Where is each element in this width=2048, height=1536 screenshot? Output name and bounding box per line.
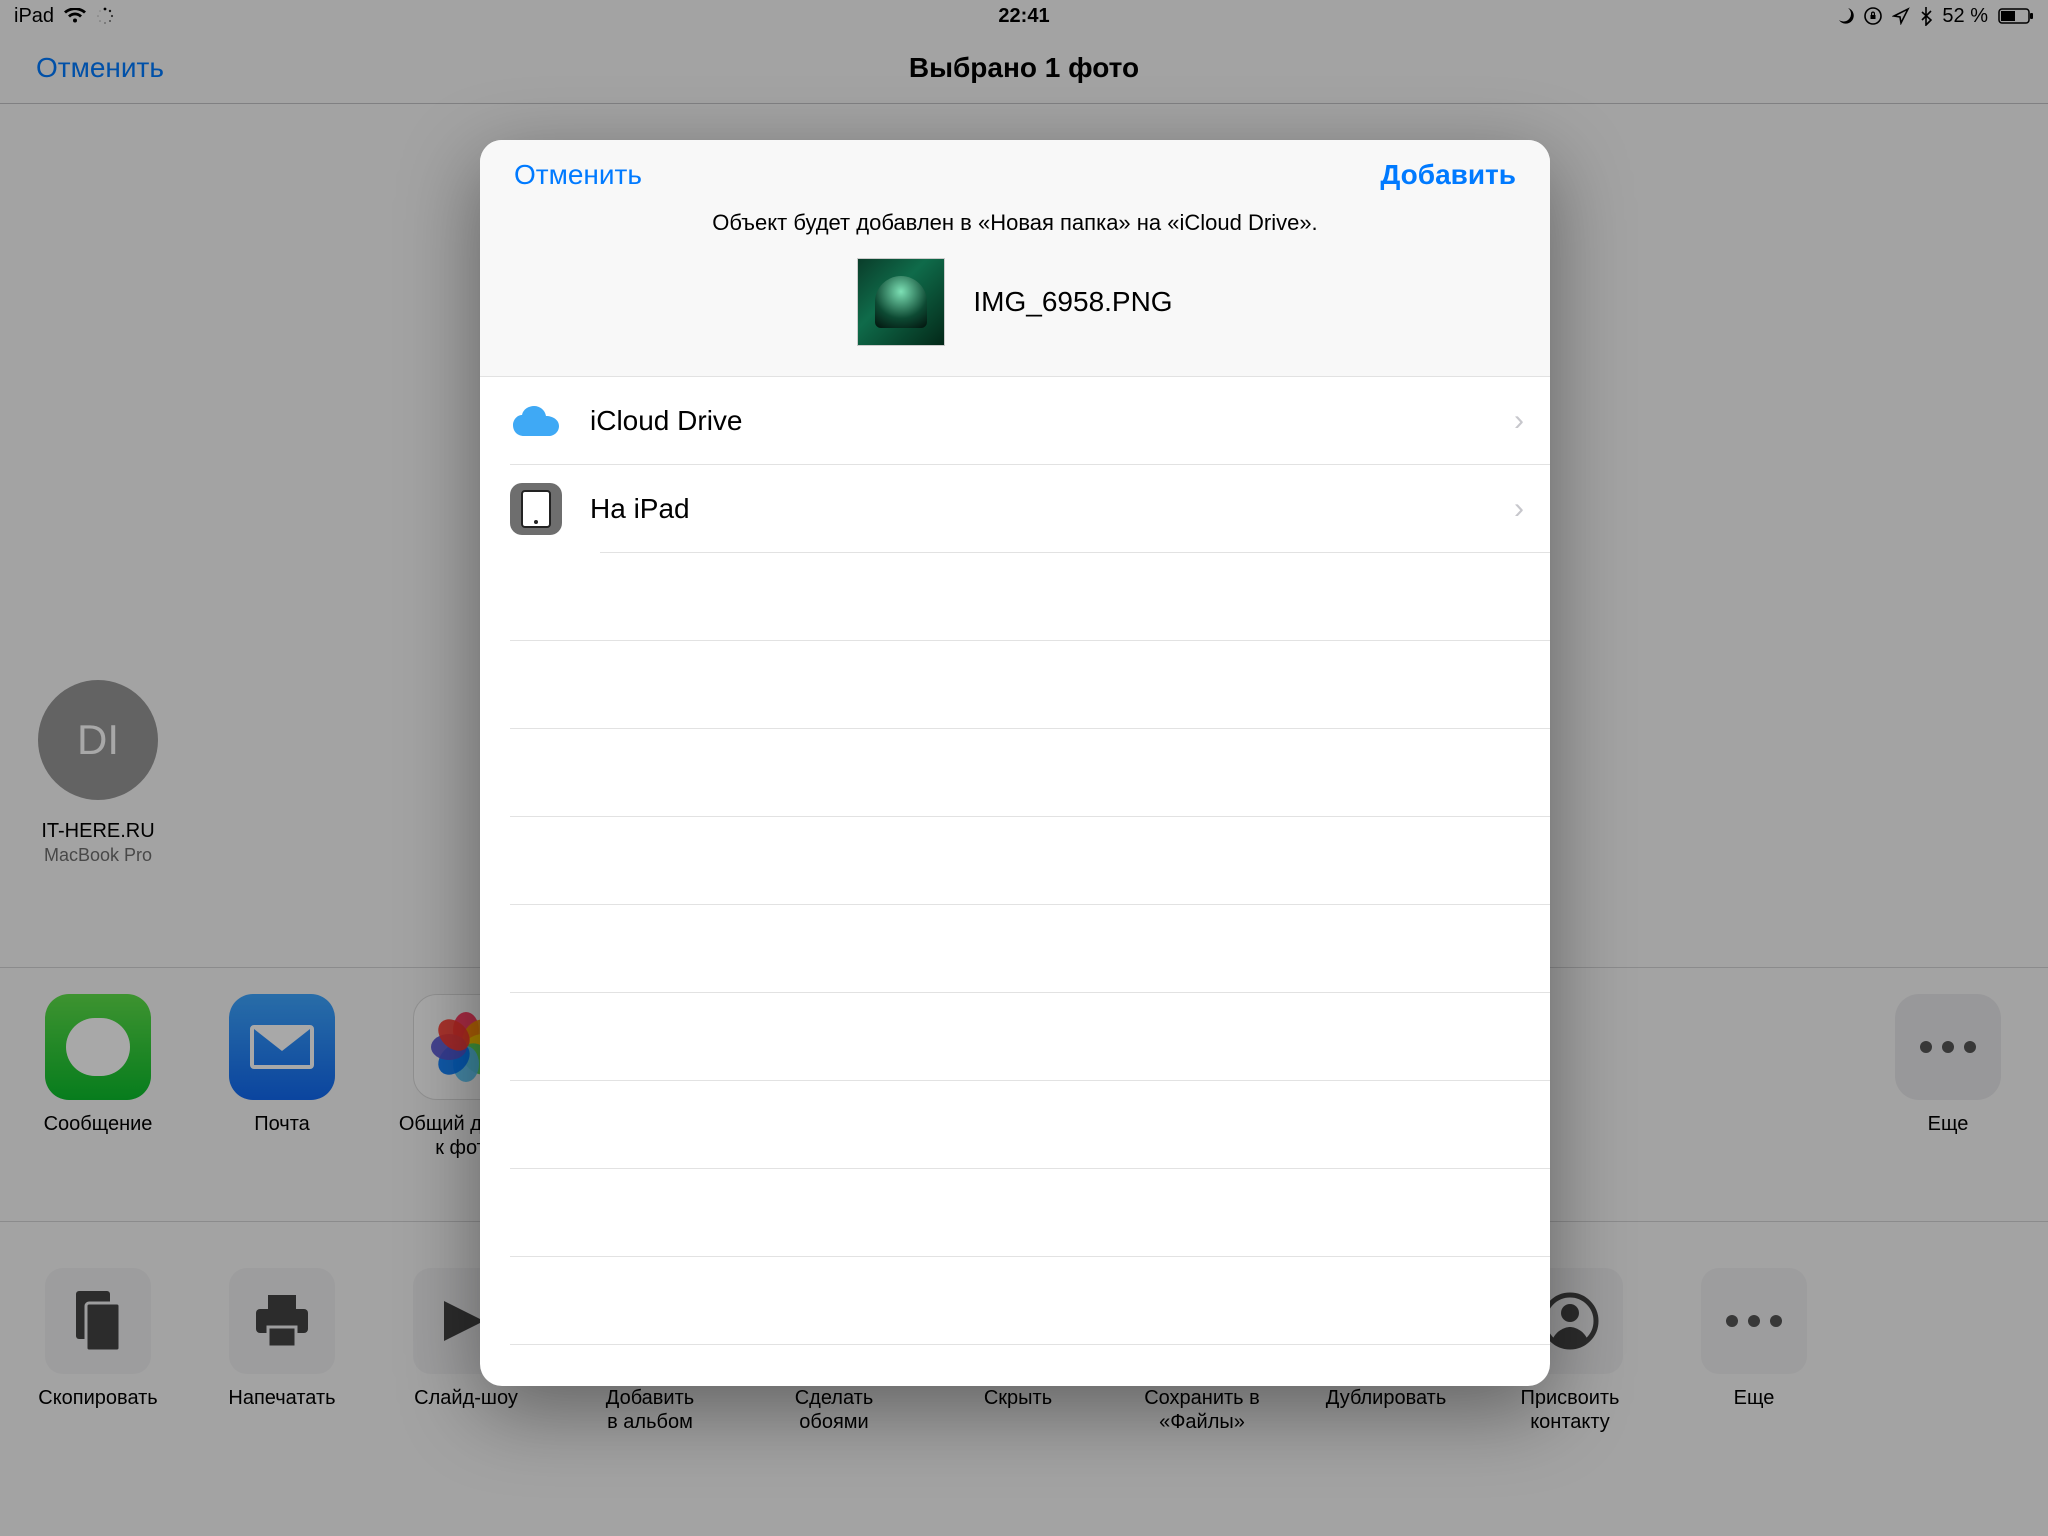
modal-navbar: Отменить Добавить — [480, 140, 1550, 210]
file-name: IMG_6958.PNG — [973, 286, 1172, 318]
location-list: iCloud Drive › На iPad › — [480, 376, 1550, 553]
file-thumbnail — [857, 258, 945, 346]
ipad-icon — [510, 483, 562, 535]
location-on-ipad[interactable]: На iPad › — [480, 465, 1550, 553]
save-to-files-modal: Отменить Добавить Объект будет добавлен … — [480, 140, 1550, 1386]
location-label: На iPad — [590, 493, 1486, 525]
modal-add-button[interactable]: Добавить — [1380, 159, 1516, 191]
modal-header: Объект будет добавлен в «Новая папка» на… — [480, 210, 1550, 376]
file-preview-row: IMG_6958.PNG — [500, 258, 1530, 346]
chevron-right-icon: › — [1514, 404, 1550, 438]
location-icloud-drive[interactable]: iCloud Drive › — [480, 377, 1550, 465]
chevron-right-icon: › — [1514, 492, 1550, 526]
empty-list-area — [480, 553, 1550, 1345]
modal-cancel-button[interactable]: Отменить — [514, 159, 642, 191]
cloud-icon — [510, 395, 562, 447]
location-label: iCloud Drive — [590, 405, 1486, 437]
modal-message: Объект будет добавлен в «Новая папка» на… — [500, 210, 1530, 236]
